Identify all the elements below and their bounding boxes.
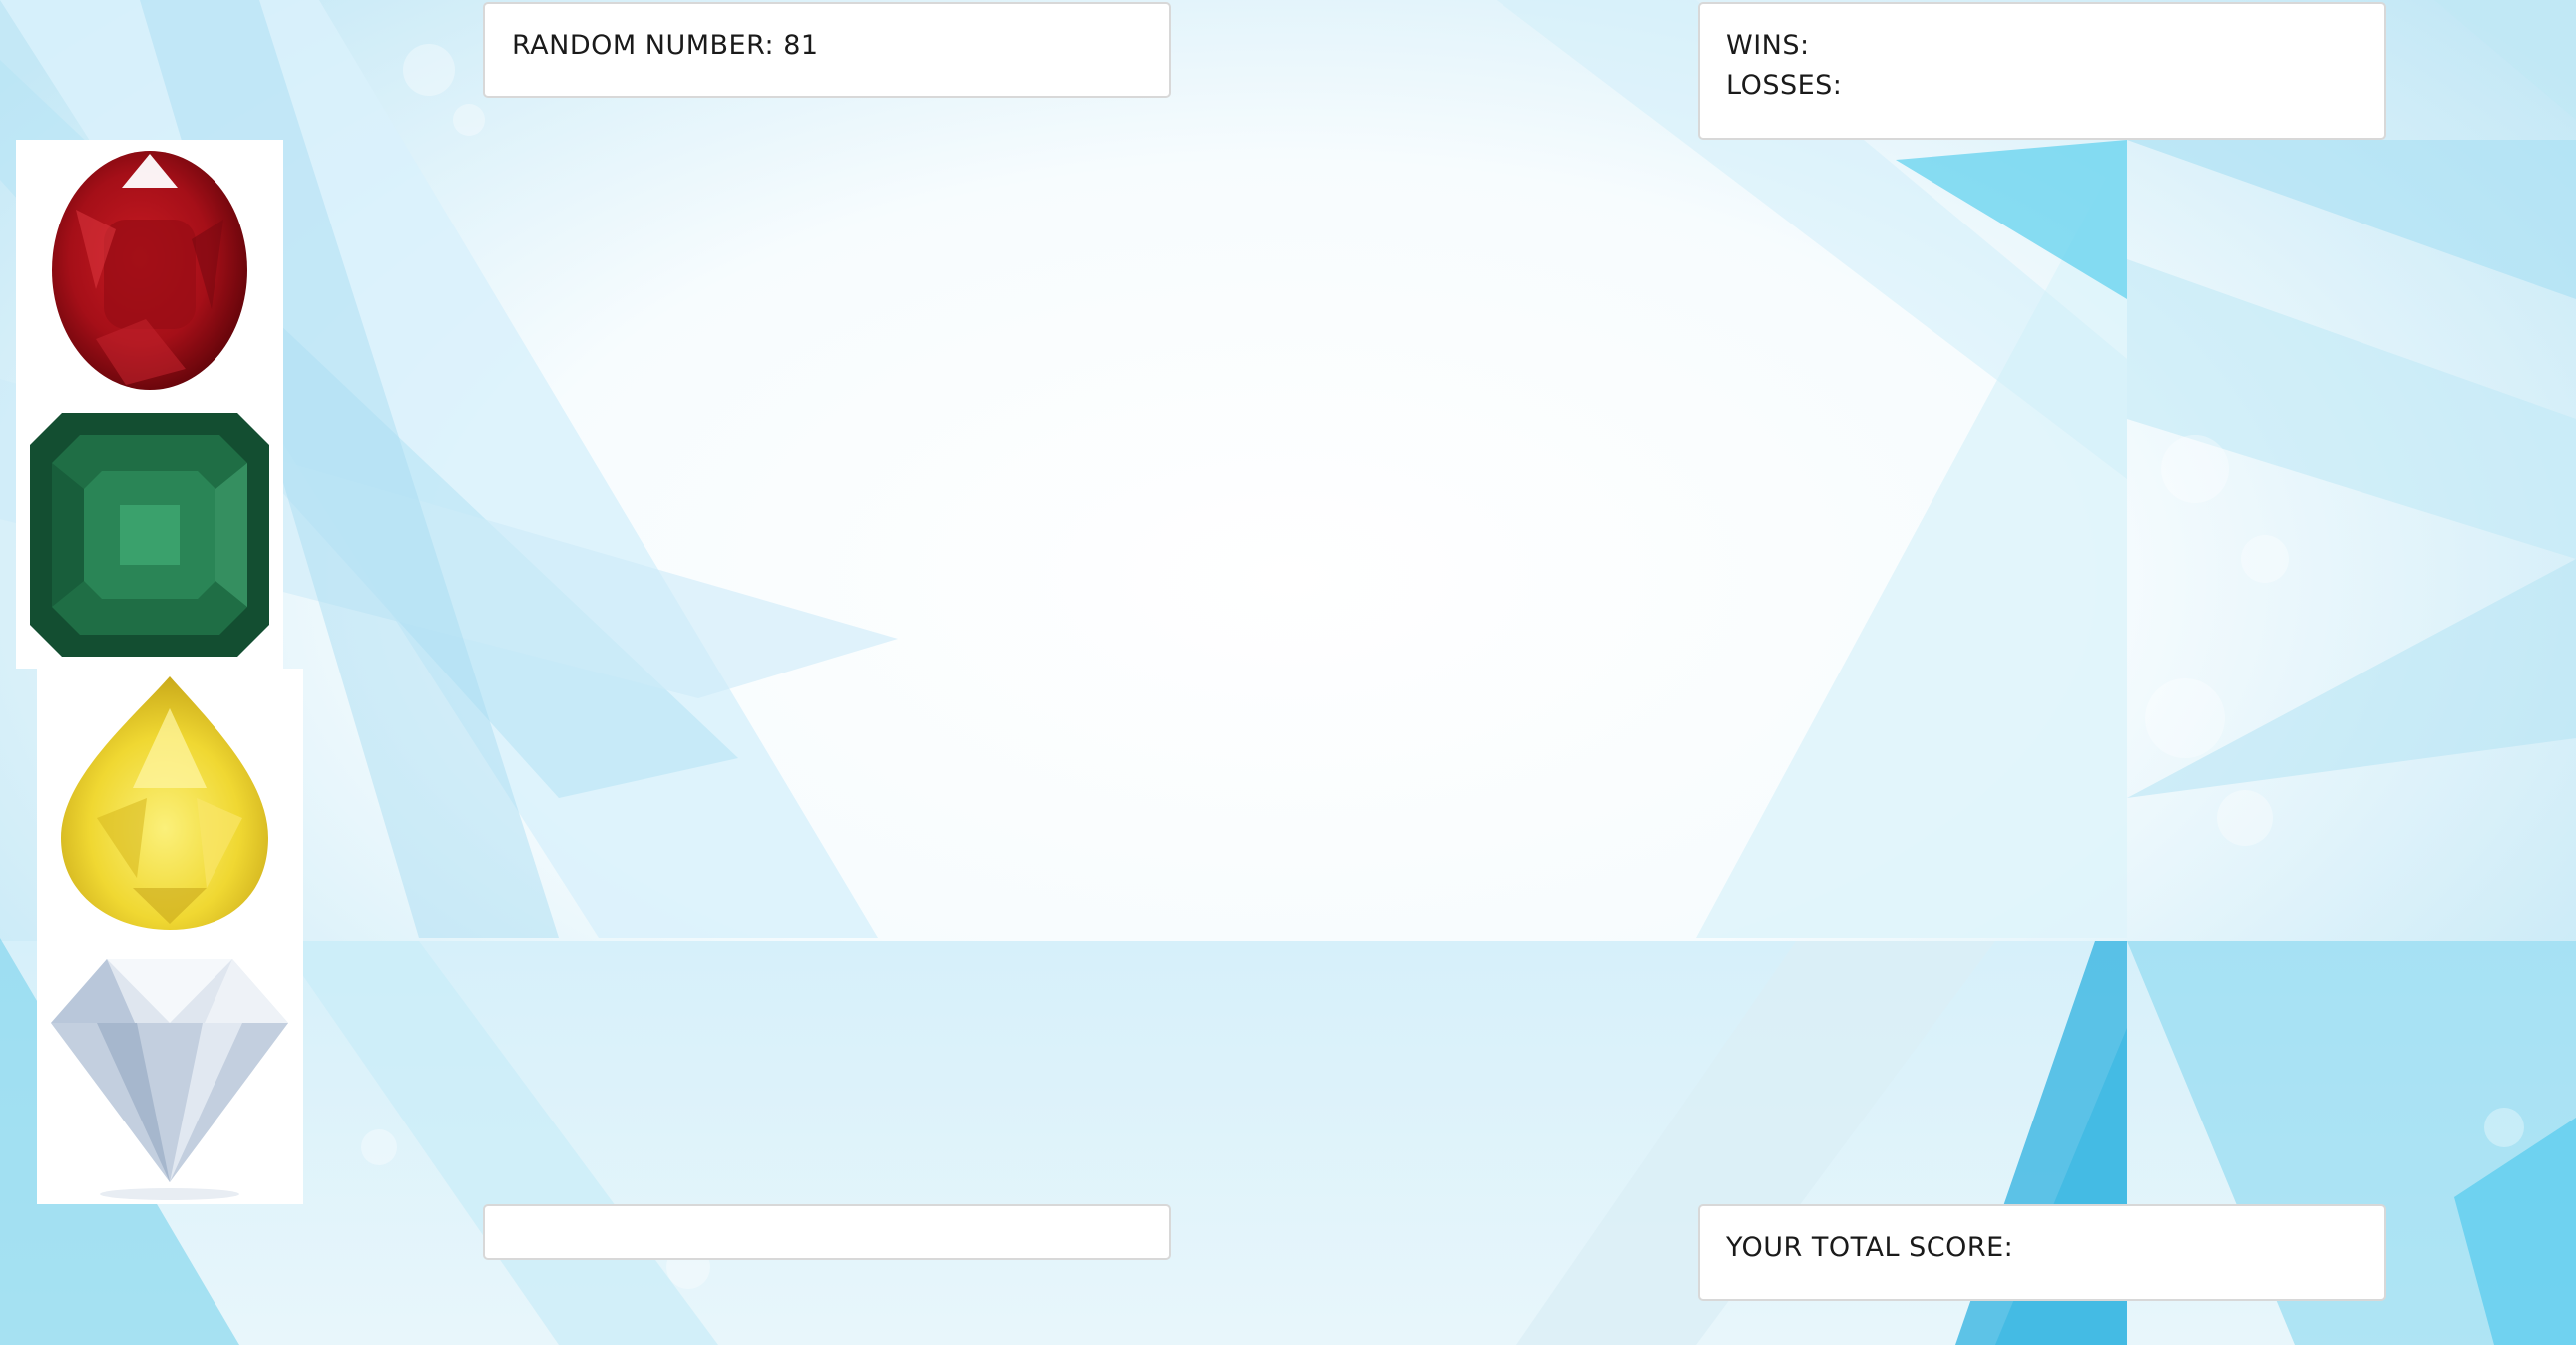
- ruby-crystal-button[interactable]: [16, 140, 283, 401]
- random-number-value: 81: [783, 30, 819, 61]
- wins-line: WINS:: [1726, 26, 2384, 66]
- random-number-panel: RANDOM NUMBER: 81: [483, 2, 1171, 98]
- emerald-gem-icon: [30, 413, 269, 657]
- crystal-background-image: [0, 0, 2576, 1345]
- losses-label: LOSSES:: [1726, 70, 1843, 101]
- yellow-diamond-gem-icon: [61, 676, 268, 930]
- ruby-gem-icon: [52, 151, 247, 390]
- random-number-label: RANDOM NUMBER:: [512, 30, 775, 61]
- game-page: RANDOM NUMBER: 81 WINS: LOSSES: YOUR TOT…: [0, 0, 2576, 1345]
- total-score-line: YOUR TOTAL SCORE:: [1726, 1228, 2384, 1268]
- total-score-label: YOUR TOTAL SCORE:: [1726, 1232, 2014, 1263]
- wins-label: WINS:: [1726, 30, 1810, 61]
- wins-losses-panel: WINS: LOSSES:: [1698, 2, 2386, 140]
- guess-result-panel: [483, 1204, 1171, 1260]
- emerald-crystal-button[interactable]: [16, 401, 283, 669]
- total-score-panel: YOUR TOTAL SCORE:: [1698, 1204, 2386, 1301]
- yellow-diamond-crystal-button[interactable]: [37, 669, 303, 945]
- losses-line: LOSSES:: [1726, 66, 2384, 106]
- clear-diamond-gem-icon: [51, 959, 288, 1200]
- random-number-line: RANDOM NUMBER: 81: [512, 26, 1169, 66]
- clear-diamond-crystal-button[interactable]: [37, 945, 303, 1204]
